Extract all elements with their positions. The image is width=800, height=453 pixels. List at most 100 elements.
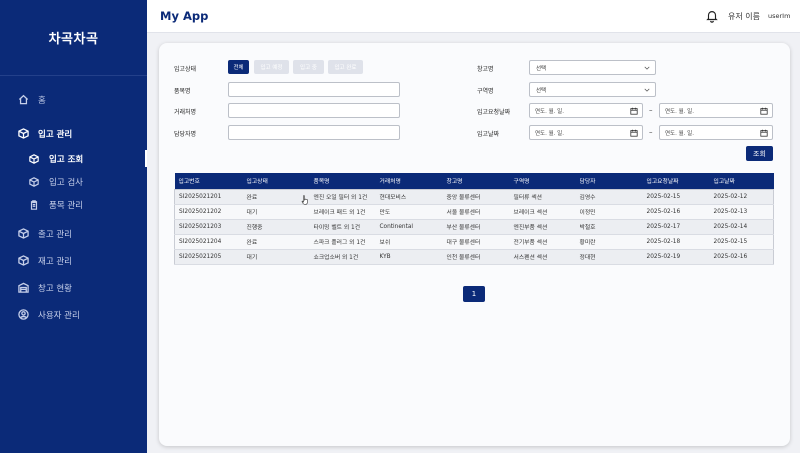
sidebar-item-outbound[interactable]: 출고 관리: [0, 220, 147, 247]
table-cell: 2025-02-14: [709, 219, 774, 235]
sidebar-item-users[interactable]: 사용자 관리: [0, 301, 147, 328]
chevron-down-icon: [644, 66, 650, 70]
sidebar-item-inbound[interactable]: 입고 관리: [0, 120, 147, 147]
sidebar-item-label: 재고 관리: [38, 256, 72, 267]
avatar[interactable]: userImage: [768, 5, 790, 27]
column-header: 구역명: [509, 173, 576, 189]
table-cell: 쇼크업소버 외 1건: [309, 249, 376, 265]
status-filter-in-progress[interactable]: 입고 중: [293, 60, 324, 74]
chevron-down-icon: [644, 88, 650, 92]
table-row[interactable]: SI2025021203 진행중 타이밍 벨트 외 1건 Continental 부산 …: [174, 219, 774, 235]
request-date-end[interactable]: 연도. 월. 일.: [659, 103, 773, 118]
inbound-table: 입고번호 입고상태 품목명 거래처명 창고명 구역명 담당자 입고요청날짜 입고날짜 SI202…: [174, 173, 774, 265]
table-cell: 황미란: [575, 234, 643, 250]
calendar-icon[interactable]: [630, 129, 638, 137]
vendor-name-input[interactable]: [228, 103, 400, 118]
table-cell: 2025-02-17: [642, 219, 710, 235]
bell-icon[interactable]: [705, 9, 719, 23]
user-name[interactable]: 유저 이름: [728, 11, 760, 22]
date-range-separator: –: [649, 106, 653, 114]
table-cell: 서스펜션 섹션: [509, 249, 576, 265]
box-icon: [17, 128, 29, 140]
column-header: 입고상태: [242, 173, 310, 189]
sidebar-item-label: 입고 검사: [49, 177, 83, 188]
sidebar-item-item-management[interactable]: 품목 관리: [0, 193, 147, 216]
column-header: 입고번호: [174, 173, 243, 189]
sidebar-item-inbound-inspection[interactable]: 입고 검사: [0, 170, 147, 193]
warehouse-select-value: 선택: [536, 65, 547, 72]
sidebar-item-warehouse[interactable]: 창고 현황: [0, 274, 147, 301]
table-cell: Continental: [375, 219, 443, 235]
table-cell: 브레이크 패드 외 1건: [309, 204, 376, 220]
box-icon: [28, 176, 40, 188]
item-name-input[interactable]: [228, 82, 400, 97]
inbound-date-end[interactable]: 연도. 월. 일.: [659, 125, 773, 140]
calendar-icon[interactable]: [760, 129, 768, 137]
column-header: 입고요청날짜: [642, 173, 710, 189]
table-row[interactable]: SI2025021204 완료 스파크 플러그 외 1건 보쉬 대구 물류센터 전기부품 …: [174, 234, 774, 250]
table-row[interactable]: SI2025021202 대기 브레이크 패드 외 1건 만도 서울 물류센터 브레이크 …: [174, 204, 774, 220]
table-cell: 인천 물류센터: [442, 249, 510, 265]
table-cell: 2025-02-19: [642, 249, 710, 265]
inbound-date-start[interactable]: 연도. 월. 일.: [529, 125, 643, 140]
table-cell: 2025-02-13: [709, 204, 774, 220]
zone-label: 구역명: [477, 88, 494, 95]
sidebar-item-inventory[interactable]: 재고 관리: [0, 247, 147, 274]
status-filter-scheduled[interactable]: 입고 예정: [254, 60, 289, 74]
search-button[interactable]: 조회: [746, 146, 773, 161]
box-icon: [17, 228, 29, 240]
hand-cursor-icon: [301, 195, 308, 205]
sidebar-item-label: 출고 관리: [38, 229, 72, 240]
brand-logo[interactable]: 차곡차곡: [0, 0, 147, 76]
app-title: My App: [160, 9, 209, 23]
table-cell: 대기: [242, 249, 310, 265]
table-cell: 보쉬: [375, 234, 443, 250]
column-header: 담당자: [575, 173, 643, 189]
table-cell: SI2025021203: [174, 219, 243, 235]
table-row[interactable]: SI2025021201 완료 엔진 오일 필터 외 1건 현대모비스 중앙 물류센터 필…: [174, 189, 774, 205]
table-body: SI2025021201 완료 엔진 오일 필터 외 1건 현대모비스 중앙 물류센터 필…: [174, 189, 774, 265]
date-placeholder: 연도. 월. 일.: [535, 108, 564, 115]
table-cell: SI2025021202: [174, 204, 243, 220]
table-cell: SI2025021204: [174, 234, 243, 250]
table-cell: 대구 물류센터: [442, 234, 510, 250]
inbound-date-label: 입고날짜: [477, 131, 500, 138]
table-row[interactable]: SI2025021205 대기 쇼크업소버 외 1건 KYB 인천 물류센터 서스펜션 섹…: [174, 249, 774, 265]
table-cell: 완료: [242, 234, 310, 250]
status-filter-all[interactable]: 전체: [228, 60, 249, 74]
table-header: 입고번호 입고상태 품목명 거래처명 창고명 구역명 담당자 입고요청날짜 입고날짜: [174, 173, 774, 189]
table-cell: 김영수: [575, 189, 643, 205]
sidebar-item-home[interactable]: 홈: [0, 86, 147, 113]
calendar-icon[interactable]: [630, 107, 638, 115]
calendar-icon[interactable]: [760, 107, 768, 115]
table-cell: 중앙 물류센터: [442, 189, 510, 205]
zone-select-value: 선택: [536, 87, 547, 94]
table-cell: 엔진 오일 필터 외 1건: [309, 189, 376, 205]
pagination-page-1[interactable]: 1: [463, 286, 485, 302]
table-cell: 정대현: [575, 249, 643, 265]
table-cell: KYB: [375, 249, 443, 265]
manager-name-input[interactable]: [228, 125, 400, 140]
column-header: 품목명: [309, 173, 376, 189]
table-cell: 만도: [375, 204, 443, 220]
sidebar-item-label: 입고 조회: [49, 154, 84, 165]
table-cell: 스파크 플러그 외 1건: [309, 234, 376, 250]
zone-select[interactable]: 선택: [529, 82, 656, 97]
table-cell: 엔진부품 섹션: [509, 219, 576, 235]
manager-name-label: 담당자명: [174, 131, 197, 138]
date-placeholder: 연도. 월. 일.: [535, 130, 564, 137]
table-cell: 서울 물류센터: [442, 204, 510, 220]
warehouse-select[interactable]: 선택: [529, 60, 656, 75]
request-date-start[interactable]: 연도. 월. 일.: [529, 103, 643, 118]
clipboard-icon: [28, 199, 40, 211]
sidebar-item-inbound-query[interactable]: 입고 조회: [0, 147, 147, 170]
warehouse-label: 창고명: [477, 66, 494, 73]
date-placeholder: 연도. 월. 일.: [665, 130, 694, 137]
table-cell: 대기: [242, 204, 310, 220]
sidebar-item-label: 창고 현황: [38, 283, 72, 294]
table-cell: 2025-02-12: [709, 189, 774, 205]
status-label: 입고상태: [174, 66, 197, 73]
status-filter-completed[interactable]: 입고 완료: [328, 60, 363, 74]
table-cell: 현대모비스: [375, 189, 443, 205]
table-cell: 브레이크 섹션: [509, 204, 576, 220]
